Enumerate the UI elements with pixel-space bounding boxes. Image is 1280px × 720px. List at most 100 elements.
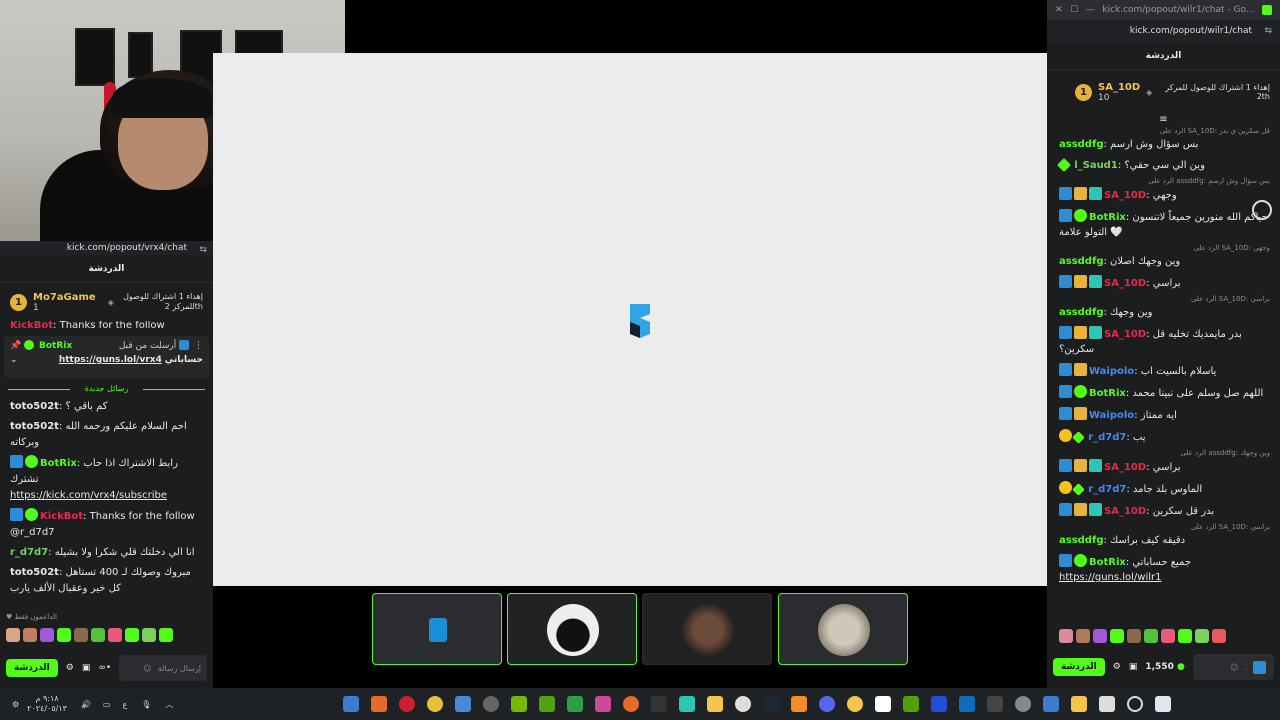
volume-icon[interactable]: 🔊	[81, 700, 91, 709]
points-display[interactable]: 1,550 ●	[1145, 662, 1184, 672]
chat-username[interactable]: toto502t	[10, 421, 59, 432]
participant-tile[interactable]	[507, 593, 637, 665]
chat-username[interactable]: SA_10D	[1104, 329, 1146, 340]
left-chat-urlbar[interactable]: kick.com/popout/vrx4/chat ⇆	[0, 241, 213, 255]
chat-username[interactable]: BotRix	[1089, 557, 1126, 568]
chat-link[interactable]: https://kick.com/vrx4/subscribe	[10, 490, 167, 501]
emote-icon[interactable]	[74, 628, 88, 642]
app-icon[interactable]	[343, 696, 360, 712]
collapse-icon[interactable]: ≡	[1047, 114, 1280, 126]
chat-send-button[interactable]: الدردشة	[6, 659, 58, 677]
maximize-icon[interactable]: ☐	[1070, 5, 1078, 15]
chat-username[interactable]: Waipolo	[1089, 366, 1134, 377]
points-icon[interactable]: ∞•	[98, 663, 111, 673]
app-icon[interactable]	[903, 696, 920, 712]
clock-date[interactable]: ٢٠٢٤/٠٥/١٣	[27, 704, 67, 714]
chat-username[interactable]: SA_10D	[1104, 506, 1146, 517]
mic-icon[interactable]: 🎙	[141, 700, 151, 709]
emote-icon[interactable]	[23, 628, 37, 642]
gear-icon[interactable]: ⚙	[1113, 662, 1121, 672]
chat-username[interactable]: SA_10D	[1104, 462, 1146, 473]
chat-username[interactable]: BotRix	[40, 458, 77, 469]
app-icon[interactable]	[679, 696, 696, 712]
participant-tile[interactable]	[642, 593, 772, 665]
sub-user[interactable]: Mo7aGame	[33, 292, 96, 303]
opera-icon[interactable]	[399, 696, 416, 712]
app-icon[interactable]	[623, 696, 640, 712]
app-icon[interactable]	[735, 696, 752, 712]
chat-username[interactable]: toto502t	[10, 567, 59, 578]
explorer-icon[interactable]	[1071, 696, 1088, 712]
chat-username[interactable]: assddfg	[1059, 535, 1103, 546]
emote-icon[interactable]	[1144, 629, 1158, 643]
emote-icon[interactable]	[57, 628, 71, 642]
app-icon[interactable]	[847, 696, 864, 712]
drawing-canvas[interactable]	[213, 53, 1047, 586]
chat-username[interactable]: r_d7d7	[10, 547, 48, 558]
store-icon[interactable]: ▣	[82, 663, 91, 673]
emoji-icon[interactable]: ☺	[143, 664, 151, 673]
chat-username[interactable]: KickBot	[40, 511, 83, 522]
chat-username[interactable]: BotRix	[1089, 212, 1126, 223]
chrome-icon[interactable]	[427, 696, 444, 712]
chat-input[interactable]: ☺ .	[1192, 654, 1274, 680]
chat-username[interactable]: BotRix	[1089, 388, 1126, 399]
emote-icon[interactable]	[159, 628, 173, 642]
chat-username[interactable]: SA_10D	[1104, 278, 1146, 289]
store-icon[interactable]: ▣	[1129, 662, 1138, 672]
emote-icon[interactable]	[1076, 629, 1090, 643]
app-icon[interactable]	[595, 696, 612, 712]
menu-dots-icon[interactable]: ⋮	[194, 341, 203, 351]
language-indicator[interactable]: ع	[122, 700, 127, 709]
emote-icon[interactable]	[108, 628, 122, 642]
app-icon[interactable]	[539, 696, 556, 712]
app-icon[interactable]	[455, 696, 472, 712]
minimize-icon[interactable]: —	[1086, 5, 1095, 15]
chat-username[interactable]: assddfg	[1059, 256, 1103, 267]
emote-icon[interactable]	[1093, 629, 1107, 643]
steam-icon[interactable]	[763, 696, 780, 712]
start-icon[interactable]	[1155, 696, 1172, 712]
emote-icon[interactable]	[1110, 629, 1124, 643]
discord-icon[interactable]	[819, 696, 836, 712]
app-icon[interactable]	[483, 696, 500, 712]
app-icon[interactable]	[791, 696, 808, 712]
chat-username[interactable]: l_Saud1	[1074, 160, 1118, 171]
app-icon[interactable]	[707, 696, 724, 712]
app-icon[interactable]	[1043, 696, 1060, 712]
search-icon[interactable]	[1127, 696, 1144, 712]
nvidia-icon[interactable]	[511, 696, 528, 712]
right-chat-urlbar[interactable]: kick.com/popout/wilr1/chat ⇆	[1047, 20, 1280, 42]
emote-icon[interactable]	[1178, 629, 1192, 643]
emote-icon[interactable]	[6, 628, 20, 642]
chevron-up-icon[interactable]: ︿	[165, 699, 173, 710]
settings-tray-icon[interactable]: ⚙	[12, 700, 19, 709]
pinned-message[interactable]: 📌 BotRix أرسلت من قبل ⋮ ⌄ https://guns.l…	[4, 336, 209, 378]
chat-input[interactable]: ☺ إرسال رسالة	[119, 655, 207, 681]
app-icon[interactable]	[987, 696, 1004, 712]
epic-icon[interactable]	[651, 696, 668, 712]
emote-icon[interactable]	[1161, 629, 1175, 643]
zoom-icon[interactable]	[1252, 200, 1272, 220]
emote-icon[interactable]	[1127, 629, 1141, 643]
app-icon[interactable]	[931, 696, 948, 712]
emote-icon[interactable]	[1195, 629, 1209, 643]
xbox-icon[interactable]	[567, 696, 584, 712]
pinned-user[interactable]: BotRix	[39, 341, 72, 351]
chat-send-button[interactable]: الدردشة	[1053, 658, 1105, 676]
participant-tile[interactable]	[372, 593, 502, 665]
task-view-icon[interactable]	[1099, 696, 1116, 712]
chat-username[interactable]: assddfg	[1059, 139, 1103, 150]
chat-username[interactable]: SA_10D	[1104, 190, 1146, 201]
close-icon[interactable]: ✕	[1055, 5, 1063, 15]
emote-icon[interactable]	[125, 628, 139, 642]
sub-user[interactable]: SA_10D	[1098, 82, 1140, 93]
chat-username[interactable]: assddfg	[1059, 307, 1103, 318]
badge-picker-icon[interactable]	[1253, 660, 1266, 674]
participant-tile[interactable]	[778, 593, 908, 665]
settings-icon[interactable]: ⇆	[199, 243, 207, 257]
emote-icon[interactable]	[40, 628, 54, 642]
chat-link[interactable]: https://guns.lol/wilr1	[1059, 572, 1162, 583]
peek-user[interactable]: KickBot	[10, 321, 53, 330]
app-icon[interactable]	[371, 696, 388, 712]
